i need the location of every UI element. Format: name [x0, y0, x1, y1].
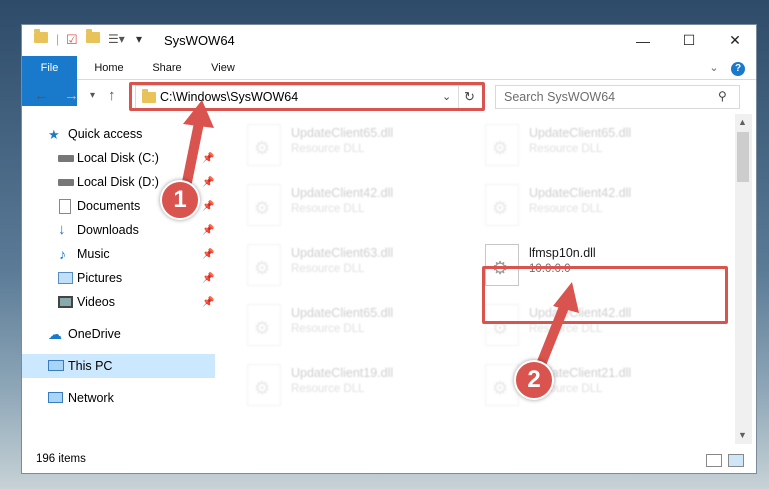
explorer-window: | ☑ ☰▾ ▾ SysWOW64 — ☐ ✕ File Home Share …: [21, 24, 757, 474]
minimize-button[interactable]: —: [620, 25, 666, 56]
ribbon-tabs: File Home Share View ⌄ ?: [22, 56, 756, 106]
tab-home[interactable]: Home: [84, 56, 134, 80]
scroll-down-icon[interactable]: ▼: [738, 430, 747, 440]
cloud-icon: ☁: [48, 326, 62, 342]
separator: |: [56, 32, 60, 46]
navigation-pane: ★ Quick access Local Disk (C:) 📌 Local D…: [22, 114, 217, 444]
file-item[interactable]: UpdateClient42.dll Resource DLL: [247, 182, 477, 232]
dll-file-icon: [247, 184, 281, 226]
document-icon: [59, 199, 71, 214]
divider: [458, 86, 459, 108]
customize-toolbar-icon[interactable]: ☰▾: [108, 32, 125, 46]
sidebar-item-onedrive[interactable]: ☁ OneDrive: [22, 322, 215, 346]
download-icon: ↓: [58, 221, 66, 238]
video-icon: [58, 296, 73, 308]
close-button[interactable]: ✕: [712, 25, 758, 56]
sidebar-item-videos[interactable]: Videos 📌: [22, 290, 215, 314]
chevron-down-icon[interactable]: ⌄: [706, 56, 722, 80]
maximize-button[interactable]: ☐: [666, 25, 712, 56]
search-icon[interactable]: ⚲: [718, 89, 727, 103]
folder-icon: [142, 89, 156, 103]
pin-icon[interactable]: 📌: [202, 201, 214, 212]
scroll-thumb[interactable]: [737, 132, 749, 182]
pin-icon[interactable]: 📌: [202, 225, 214, 236]
sidebar-item-downloads[interactable]: ↓ Downloads 📌: [22, 218, 215, 242]
window-title: SysWOW64: [164, 33, 235, 48]
file-item[interactable]: UpdateClient65.dll Resource DLL: [485, 122, 715, 172]
dll-file-icon: [247, 244, 281, 286]
navigation-bar: ← → ▾ ↑ C:\Windows\SysWOW64 ⌄ ↻ Search S…: [22, 80, 756, 114]
network-icon: [48, 392, 63, 403]
large-icons-view-icon[interactable]: [728, 454, 744, 467]
sidebar-item-network[interactable]: Network: [22, 386, 215, 410]
drive-icon: [58, 179, 74, 186]
address-bar[interactable]: C:\Windows\SysWOW64 ⌄ ↻: [135, 85, 483, 109]
sidebar-item-this-pc[interactable]: This PC: [22, 354, 215, 378]
pin-icon[interactable]: 📌: [202, 153, 214, 164]
pin-icon[interactable]: 📌: [202, 249, 214, 260]
file-item[interactable]: UpdateClient65.dll Resource DLL: [247, 122, 477, 172]
new-folder-icon[interactable]: [86, 29, 100, 43]
sidebar-item-pictures[interactable]: Pictures 📌: [22, 266, 215, 290]
vertical-scrollbar[interactable]: ▲ ▼: [735, 114, 752, 444]
recent-locations-icon[interactable]: ▾: [90, 90, 95, 101]
properties-icon[interactable]: ☑: [66, 32, 78, 48]
file-item[interactable]: UpdateClient19.dll Resource DLL: [247, 362, 477, 412]
target-file-name: lfmsp10n.dll: [529, 246, 596, 260]
computer-icon: [48, 360, 64, 371]
star-icon: ★: [48, 127, 60, 142]
file-item[interactable]: UpdateClient42.dll Resource DLL: [485, 182, 715, 232]
tab-view[interactable]: View: [198, 56, 248, 80]
pictures-icon: [58, 272, 73, 284]
folder-icon: [34, 29, 48, 43]
dll-file-icon: [485, 184, 519, 226]
dll-file-icon: [247, 304, 281, 346]
quick-access-dropdown-icon[interactable]: ▾: [136, 32, 142, 46]
help-icon[interactable]: ?: [730, 56, 746, 80]
forward-arrow-icon[interactable]: →: [64, 87, 79, 104]
pin-icon[interactable]: 📌: [202, 273, 214, 284]
music-icon: ♪: [59, 246, 66, 262]
pin-icon[interactable]: 📌: [202, 297, 214, 308]
refresh-icon[interactable]: ↻: [464, 89, 475, 105]
status-bar: 196 items: [22, 449, 756, 473]
tab-share[interactable]: Share: [142, 56, 192, 80]
dll-file-icon: [485, 124, 519, 166]
step-1-marker: 1: [160, 180, 200, 220]
dll-file-icon: [247, 364, 281, 406]
back-arrow-icon[interactable]: ←: [34, 87, 49, 104]
file-item[interactable]: UpdateClient65.dll Resource DLL: [247, 302, 477, 352]
search-placeholder: Search SysWOW64: [504, 90, 616, 104]
details-view-icon[interactable]: [706, 454, 722, 467]
scroll-up-icon[interactable]: ▲: [738, 117, 747, 127]
drive-icon: [58, 155, 74, 162]
pin-icon[interactable]: 📌: [202, 177, 214, 188]
address-dropdown-icon[interactable]: ⌄: [442, 90, 451, 103]
address-path[interactable]: C:\Windows\SysWOW64: [160, 90, 298, 104]
file-highlight-box: [482, 266, 728, 324]
sidebar-item-music[interactable]: ♪ Music 📌: [22, 242, 215, 266]
sidebar-item-quick-access[interactable]: ★ Quick access: [22, 122, 215, 146]
up-arrow-icon[interactable]: ↑: [108, 87, 116, 104]
item-count: 196 items: [36, 453, 86, 465]
search-input[interactable]: Search SysWOW64 ⚲: [495, 85, 740, 109]
file-item[interactable]: UpdateClient63.dll Resource DLL: [247, 242, 477, 292]
step-2-marker: 2: [514, 360, 554, 400]
title-bar: | ☑ ☰▾ ▾ SysWOW64 — ☐ ✕: [22, 25, 756, 56]
sidebar-item-local-disk-c[interactable]: Local Disk (C:) 📌: [22, 146, 215, 170]
dll-file-icon: [247, 124, 281, 166]
